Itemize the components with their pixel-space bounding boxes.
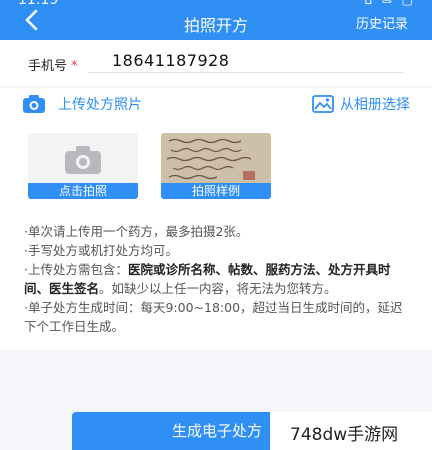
required-star: *: [71, 59, 78, 74]
handwritten-prescription-image: [161, 133, 271, 183]
phone-row: 手机号 * 18641187928: [0, 40, 432, 86]
sample-photo[interactable]: 拍照样例: [161, 133, 271, 199]
album-button[interactable]: 从相册选择: [312, 94, 410, 114]
note-line: ·单子处方生成时间：每天9:00~18:00，超过当日生成时间的，延迟下个工作日…: [24, 300, 403, 334]
camera-icon: [65, 146, 101, 174]
camera-icon: [23, 95, 45, 113]
upload-title-text: 上传处方照片: [58, 97, 142, 113]
image-icon: [312, 95, 334, 113]
note-line: ·上传处方需包含：医院或诊所名称、帖数、服药方法、处方开具时间、医生签名。如缺少…: [24, 260, 409, 298]
app-header: 11:19 ⌂ ✉ ▢ 拍照开方 历史记录: [0, 0, 432, 40]
phone-label-text: 手机号: [28, 59, 68, 74]
album-button-label: 从相册选择: [340, 97, 410, 113]
take-photo-button[interactable]: 点击拍照: [28, 133, 138, 199]
phone-input[interactable]: 18641187928: [112, 51, 229, 70]
watermark-overlay: 748dw手游网: [270, 412, 432, 450]
upload-instructions: ·单次请上传用一个药方，最多拍摄2张。 ·手写处方或机打处方均可。 ·上传处方需…: [24, 222, 409, 336]
watermark-text: 748dw手游网: [290, 425, 399, 445]
upload-title: 上传处方照片: [22, 94, 142, 114]
note-line: ·单次请上传用一个药方，最多拍摄2张。: [24, 224, 249, 239]
note-line: ·手写处方或机打处方均可。: [24, 243, 178, 258]
note-line-prefix: ·上传处方需包含：: [24, 262, 128, 277]
status-icons: ⌂ ✉ ▢: [364, 0, 416, 7]
phone-label: 手机号 *: [28, 55, 78, 74]
upload-card: 上传处方照片 从相册选择 点击拍照 拍照样例 ·单次请上传用一个药方，最多拍摄2…: [0, 88, 432, 350]
note-line-suffix: 。如缺少以上任一内容，将无法为您转方。: [99, 281, 337, 296]
sample-photo-caption: 拍照样例: [161, 183, 271, 199]
take-photo-caption: 点击拍照: [28, 183, 138, 199]
phone-underline: [88, 72, 404, 73]
history-button[interactable]: 历史记录: [356, 13, 408, 32]
